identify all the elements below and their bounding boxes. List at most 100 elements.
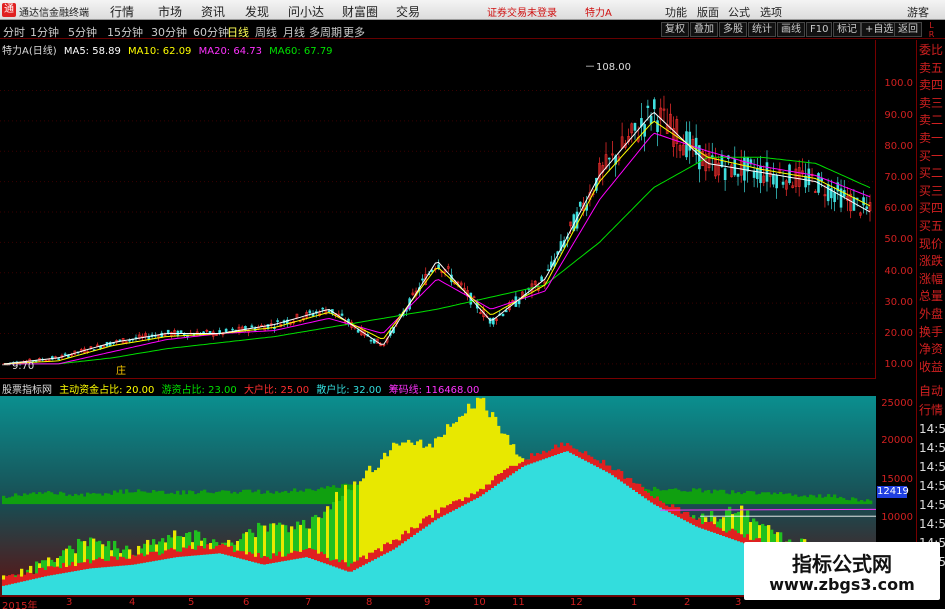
- side-field-label: 卖二: [919, 113, 944, 128]
- menu-discover[interactable]: 发现: [245, 3, 269, 20]
- red-band-bar: [116, 559, 120, 567]
- red-band-bar: [140, 553, 144, 564]
- period-daily[interactable]: 日线: [227, 24, 249, 40]
- cyan-base-bar: [497, 483, 501, 595]
- red-band-bar: [689, 516, 693, 524]
- cyan-base-bar: [452, 510, 456, 595]
- cyan-base-bar: [686, 521, 690, 595]
- period-30min[interactable]: 30分钟: [151, 24, 187, 40]
- period-monthly[interactable]: 月线: [283, 24, 305, 40]
- date-tick: 3: [735, 597, 742, 608]
- green-band-bar: [662, 490, 666, 505]
- green-band-bar: [317, 489, 321, 505]
- menu-wealth[interactable]: 财富圈: [342, 3, 378, 20]
- red-band-bar: [86, 559, 90, 569]
- period-more[interactable]: 更多: [343, 24, 365, 40]
- cyan-base-bar: [206, 554, 210, 595]
- red-band-bar: [197, 545, 201, 556]
- multi-stock-button[interactable]: 多股: [719, 22, 747, 37]
- green-band-bar: [698, 488, 702, 505]
- red-band-bar: [653, 498, 657, 505]
- green-band-bar: [776, 493, 780, 505]
- green-band-bar: [770, 494, 774, 505]
- candle-body: [546, 269, 550, 271]
- green-band-bar: [59, 491, 63, 505]
- red-band-bar: [224, 545, 228, 555]
- cyan-base-bar: [443, 515, 447, 595]
- period-5min[interactable]: 5分钟: [68, 24, 97, 40]
- menu-functions[interactable]: 功能: [665, 4, 687, 20]
- green-band-bar: [671, 488, 675, 505]
- cyan-base-bar: [563, 451, 567, 595]
- cyan-base-bar: [596, 467, 600, 595]
- yellow-spike-bar: [419, 439, 423, 531]
- period-weekly[interactable]: 周线: [255, 24, 277, 40]
- green-band-bar: [203, 489, 207, 505]
- period-multi[interactable]: 多周期: [309, 24, 342, 40]
- green-band-bar: [212, 493, 216, 505]
- cyan-base-bar: [617, 479, 621, 595]
- cyan-base-bar: [239, 558, 243, 595]
- yellow-spike-bar: [491, 412, 495, 489]
- date-tick: 12: [570, 597, 583, 608]
- red-band-bar: [182, 547, 186, 557]
- menu-market[interactable]: 市场: [158, 3, 182, 20]
- cyan-base-bar: [389, 551, 393, 595]
- price-chart-panel[interactable]: 108.00 9.70 庄 特力A(日线) MA5: 58.89 MA10: 62.…: [0, 40, 876, 378]
- period-toolbar: 分时 1分钟 5分钟 15分钟 30分钟 60分钟 日线 周线 月线 多周期 更…: [0, 21, 945, 39]
- candle-body: [504, 310, 508, 313]
- red-band-bar: [575, 449, 579, 456]
- yellow-spike-bar: [365, 470, 369, 564]
- adjust-button[interactable]: 复权: [661, 22, 689, 37]
- cyan-base-bar: [230, 556, 234, 595]
- guest-user[interactable]: 游客: [907, 4, 929, 20]
- mark-button[interactable]: 标记: [833, 22, 861, 37]
- menu-market-quotes[interactable]: 行情: [110, 3, 134, 20]
- yellow-spike-bar: [377, 467, 381, 558]
- add-watchlist-button[interactable]: +自选: [861, 22, 898, 37]
- cyan-base-bar: [464, 504, 468, 595]
- red-band-bar: [650, 496, 654, 503]
- cyan-base-bar: [461, 505, 465, 595]
- period-intraday[interactable]: 分时: [3, 24, 25, 40]
- red-band-bar: [260, 557, 264, 565]
- menu-layout[interactable]: 版面: [697, 4, 719, 20]
- green-band-bar: [200, 490, 204, 505]
- green-band-bar: [113, 490, 117, 505]
- menu-ask[interactable]: 问小达: [288, 3, 324, 20]
- period-15min[interactable]: 15分钟: [107, 24, 143, 40]
- red-band-bar: [590, 456, 594, 464]
- cyan-base-bar: [494, 485, 498, 595]
- cyan-base-bar: [653, 504, 657, 595]
- side-field-label: 卖三: [919, 95, 944, 110]
- side-bottom-label: 自动: [919, 384, 944, 398]
- overlay-button[interactable]: 叠加: [690, 22, 718, 37]
- cyan-base-bar: [545, 458, 549, 595]
- green-band-bar: [158, 490, 162, 505]
- menu-options[interactable]: 选项: [760, 4, 782, 20]
- menu-trade[interactable]: 交易: [396, 3, 420, 20]
- red-band-bar: [119, 556, 123, 566]
- green-band-bar: [851, 497, 855, 505]
- cyan-base-bar: [530, 463, 534, 595]
- main-fund-label: 主动资金占比: 20.00: [59, 385, 155, 396]
- price-tick: 40.00: [884, 266, 913, 277]
- menu-formula[interactable]: 公式: [728, 4, 750, 20]
- cyan-base-bar: [236, 557, 240, 595]
- menu-news[interactable]: 资讯: [201, 3, 225, 20]
- cyan-base-bar: [74, 571, 78, 595]
- cyan-base-bar: [113, 566, 117, 595]
- period-1min[interactable]: 1分钟: [30, 24, 59, 40]
- f10-button[interactable]: F10: [806, 22, 833, 37]
- draw-line-button[interactable]: 画线: [777, 22, 805, 37]
- stats-button[interactable]: 统计: [748, 22, 776, 37]
- green-band-bar: [194, 494, 198, 505]
- period-60min[interactable]: 60分钟: [193, 24, 229, 40]
- cyan-base-bar: [713, 532, 717, 595]
- green-band-bar: [848, 500, 852, 505]
- cyan-base-bar: [119, 565, 123, 595]
- green-band-bar: [101, 495, 105, 505]
- green-band-bar: [53, 494, 57, 505]
- green-band-bar: [680, 491, 684, 505]
- cyan-base-bar: [509, 475, 513, 595]
